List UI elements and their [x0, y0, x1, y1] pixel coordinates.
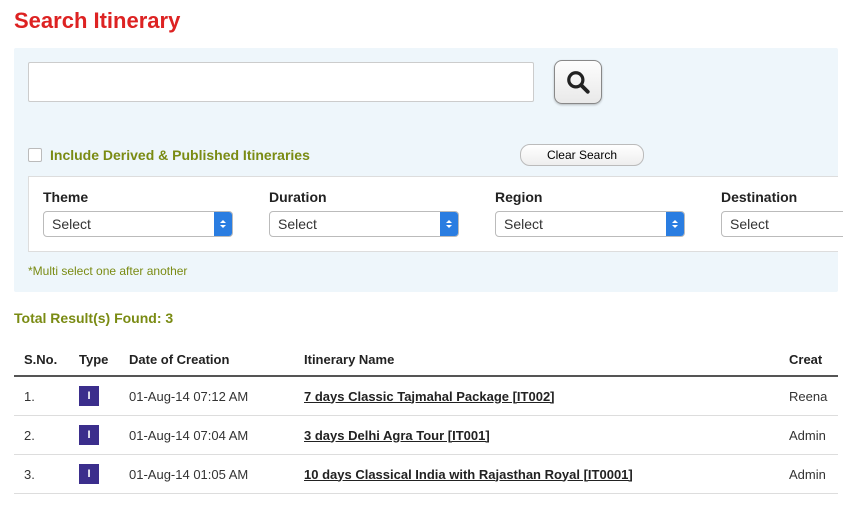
filter-region: Region Select: [495, 189, 685, 237]
search-icon: [565, 69, 591, 95]
include-derived-checkbox[interactable]: [28, 148, 42, 162]
filter-theme-label: Theme: [43, 189, 233, 205]
filter-theme: Theme Select: [43, 189, 233, 237]
filter-region-label: Region: [495, 189, 685, 205]
cell-date: 01-Aug-14 07:04 AM: [119, 416, 294, 455]
cell-date: 01-Aug-14 01:05 AM: [119, 455, 294, 494]
itinerary-link[interactable]: 10 days Classical India with Rajasthan R…: [304, 467, 633, 482]
type-badge: I: [79, 386, 99, 406]
itinerary-link[interactable]: 7 days Classic Tajmahal Package [IT002]: [304, 389, 555, 404]
cell-type: I: [69, 376, 119, 416]
filter-destination-label: Destination: [721, 189, 843, 205]
search-row: [28, 60, 838, 104]
type-badge: I: [79, 425, 99, 445]
duration-select[interactable]: Select: [269, 211, 459, 237]
table-row: 3. I 01-Aug-14 01:05 AM 10 days Classica…: [14, 455, 838, 494]
cell-sno: 2.: [14, 416, 69, 455]
filter-duration-label: Duration: [269, 189, 459, 205]
results-table: S.No. Type Date of Creation Itinerary Na…: [14, 344, 838, 494]
col-name: Itinerary Name: [294, 344, 779, 376]
cell-type: I: [69, 455, 119, 494]
chevron-updown-icon: [440, 212, 458, 236]
filter-destination: Destination Select: [721, 189, 843, 237]
cell-type: I: [69, 416, 119, 455]
cell-creator: Reena: [779, 376, 838, 416]
cell-date: 01-Aug-14 07:12 AM: [119, 376, 294, 416]
multi-select-hint: *Multi select one after another: [28, 264, 838, 278]
clear-search-button[interactable]: Clear Search: [520, 144, 644, 166]
cell-creator: Admin: [779, 455, 838, 494]
region-select[interactable]: Select: [495, 211, 685, 237]
page-title: Search Itinerary: [14, 8, 843, 34]
search-input[interactable]: [28, 62, 534, 102]
cell-creator: Admin: [779, 416, 838, 455]
table-row: 2. I 01-Aug-14 07:04 AM 3 days Delhi Agr…: [14, 416, 838, 455]
col-creator: Creat: [779, 344, 838, 376]
table-header-row: S.No. Type Date of Creation Itinerary Na…: [14, 344, 838, 376]
table-row: 1. I 01-Aug-14 07:12 AM 7 days Classic T…: [14, 376, 838, 416]
chevron-updown-icon: [666, 212, 684, 236]
col-type: Type: [69, 344, 119, 376]
cell-name: 7 days Classic Tajmahal Package [IT002]: [294, 376, 779, 416]
cell-sno: 1.: [14, 376, 69, 416]
search-panel: Include Derived & Published Itineraries …: [14, 48, 838, 292]
options-row: Include Derived & Published Itineraries …: [28, 144, 838, 166]
col-date: Date of Creation: [119, 344, 294, 376]
type-badge: I: [79, 464, 99, 484]
region-select-value: Select: [504, 216, 543, 232]
chevron-updown-icon: [214, 212, 232, 236]
cell-name: 10 days Classical India with Rajasthan R…: [294, 455, 779, 494]
col-sno: S.No.: [14, 344, 69, 376]
duration-select-value: Select: [278, 216, 317, 232]
destination-select[interactable]: Select: [721, 211, 843, 237]
cell-sno: 3.: [14, 455, 69, 494]
include-derived-label: Include Derived & Published Itineraries: [50, 147, 310, 163]
results-count: Total Result(s) Found: 3: [14, 310, 843, 326]
theme-select-value: Select: [52, 216, 91, 232]
filters-row: Theme Select Duration Select Region Sele…: [28, 176, 838, 252]
itinerary-link[interactable]: 3 days Delhi Agra Tour [IT001]: [304, 428, 490, 443]
destination-select-value: Select: [730, 216, 769, 232]
theme-select[interactable]: Select: [43, 211, 233, 237]
filter-duration: Duration Select: [269, 189, 459, 237]
cell-name: 3 days Delhi Agra Tour [IT001]: [294, 416, 779, 455]
search-button[interactable]: [554, 60, 602, 104]
